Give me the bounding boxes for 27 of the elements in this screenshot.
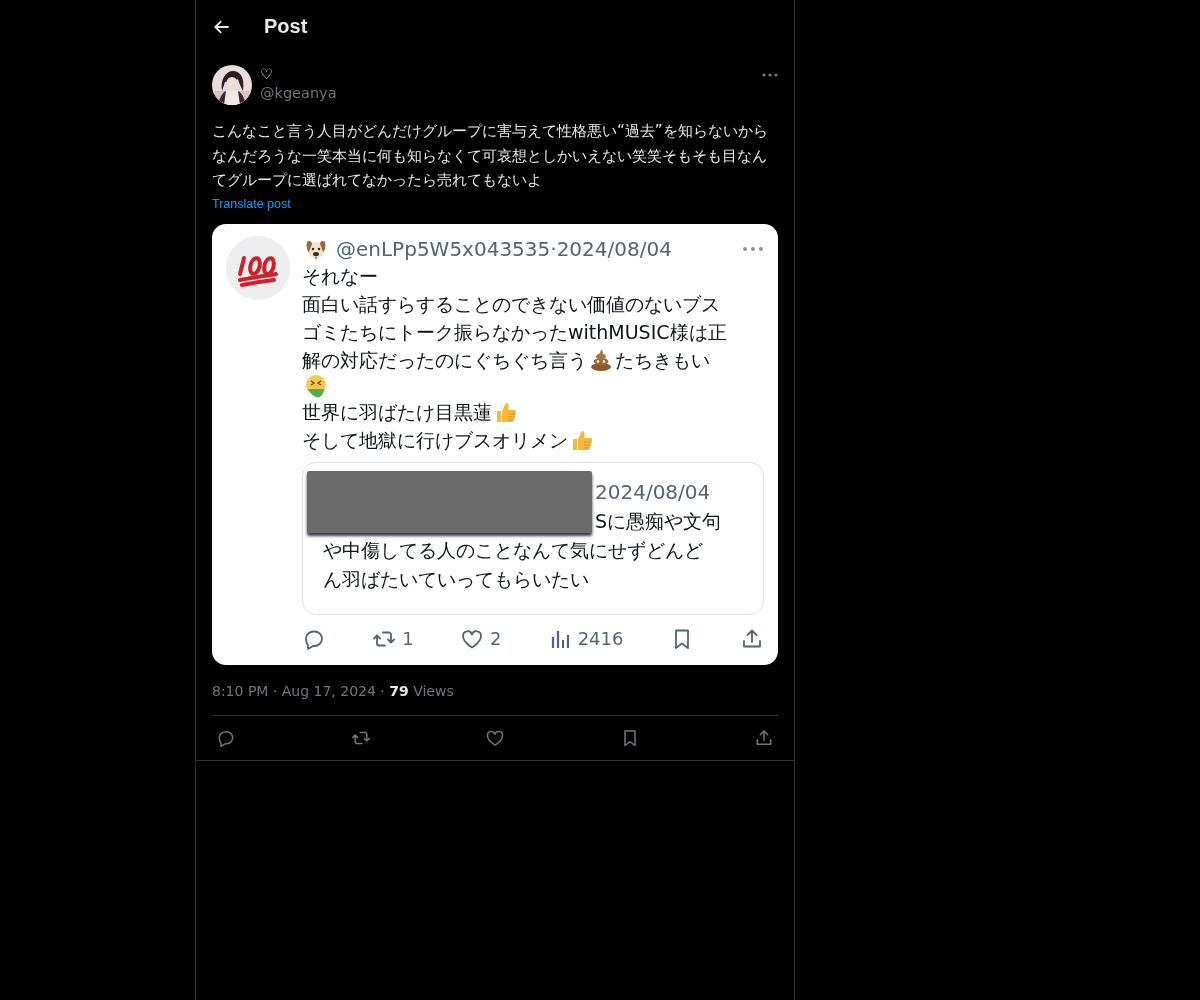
- action-count: 2: [489, 628, 502, 649]
- post-text-line: ゴミたちにトーク振らなかったwithMUSIC様は正: [302, 319, 727, 345]
- poop-emoji-icon: [589, 347, 613, 372]
- post-timestamp: 8:10 PM · Aug 17, 2024 · 79 Views: [212, 682, 778, 716]
- post-text-line: たちきもい: [615, 347, 710, 373]
- more-icon: [742, 245, 764, 252]
- post-text-line: それなー: [302, 263, 378, 289]
- quoted-date: 2024/08/04: [595, 479, 711, 504]
- page-title: Post: [264, 15, 308, 38]
- hundred-points-icon: [226, 235, 290, 300]
- quoted-text-line: Sに愚痴や文句: [595, 509, 722, 532]
- quoted-text-line: や中傷してる人のことなんて気にせずどんど: [323, 538, 703, 561]
- more-icon[interactable]: [762, 73, 778, 77]
- share-icon[interactable]: [754, 727, 774, 748]
- nauseated-face-icon: [304, 373, 328, 398]
- action-count: 1: [402, 628, 414, 649]
- author-name: ♡: [260, 65, 274, 84]
- post-text-line: 面白い話すらすることのできない価値のないブス: [302, 291, 720, 317]
- quoted-handle-date: @enLPp5W5x043535·2024/08/04: [336, 236, 672, 261]
- post-text-line: 世界に羽ばたけ目黒蓮: [302, 399, 492, 425]
- author-handle: @kgeanya: [260, 84, 337, 103]
- post-text-line: 解の対応だったのにぐちぐち言う: [302, 347, 587, 373]
- translate-link[interactable]: Translate post: [212, 196, 291, 211]
- action-count: 2416: [577, 628, 624, 649]
- post-text: こんなこと言う人目がどんだけグループに害与えて性格悪い“過去”を知らないからなんだろうな一笑本当に何も知らなくて可哀想としかいえない笑笑そもそも目なんてグループに選ばれてなかったら売れてもないよ: [212, 121, 769, 191]
- quoted-text-line: ん羽ばたいていってもらいたい: [323, 567, 589, 590]
- post-text-line: そして地獄に行けブスオリメン: [302, 427, 568, 453]
